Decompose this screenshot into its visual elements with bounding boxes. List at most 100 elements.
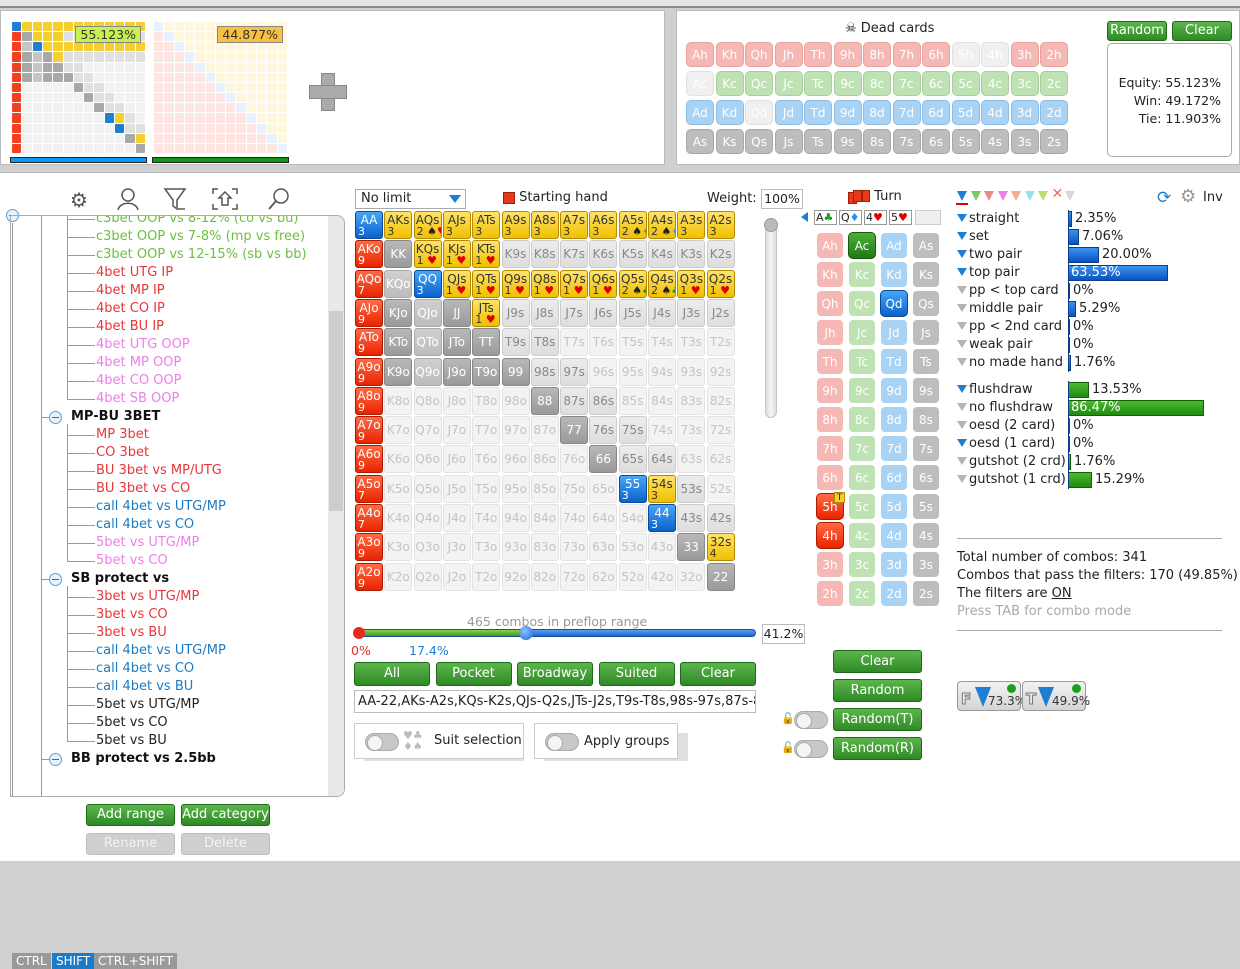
filter-color-6-icon[interactable] — [1024, 191, 1035, 201]
dead-card-9s[interactable]: 9s — [833, 129, 862, 154]
dead-card-7c[interactable]: 7c — [892, 71, 921, 96]
filter-funnel-icon[interactable] — [957, 213, 967, 222]
hand-cell-98o[interactable]: 98o — [501, 386, 530, 415]
tree-range-item[interactable]: 4bet BU IP — [96, 318, 164, 336]
refresh-icon[interactable]: ⟳ — [1157, 188, 1171, 208]
turn-card-7h[interactable]: 7h — [816, 435, 844, 462]
hand-cell-Q5s[interactable]: Q5s2 ♠♣ — [618, 269, 647, 298]
dead-card-8s[interactable]: 8s — [863, 129, 891, 154]
modifier-key-ctrl[interactable]: CTRL — [12, 953, 51, 969]
filter-funnel-icon[interactable] — [957, 231, 967, 240]
dead-card-2d[interactable]: 2d — [1040, 100, 1068, 125]
turn-card-9c[interactable]: 9c — [848, 377, 876, 404]
hand-cell-QTo[interactable]: QTo — [413, 328, 442, 357]
dead-card-3d[interactable]: 3d — [1010, 100, 1039, 125]
suit-selection-toggle[interactable] — [365, 733, 399, 751]
filter-funnel-icon[interactable] — [957, 339, 967, 348]
hand-cell-J5o[interactable]: J5o — [442, 474, 471, 503]
turn-card-3s[interactable]: 3s — [912, 551, 940, 578]
weight-slider-track[interactable] — [765, 222, 777, 418]
tree-range-item[interactable]: 4bet SB OOP — [96, 390, 179, 408]
filter-funnel-icon[interactable] — [957, 321, 967, 330]
turn-card-As[interactable]: As — [912, 232, 940, 259]
hand-cell-JTo[interactable]: JTo — [442, 328, 471, 357]
hand-cell-J2s[interactable]: J2s — [706, 298, 735, 327]
hand-cell-K8o[interactable]: K8o — [384, 386, 413, 415]
turn-card-Qs[interactable]: Qs — [912, 290, 940, 317]
turn-card-3c[interactable]: 3c — [848, 551, 876, 578]
turn-card-8d[interactable]: 8d — [880, 406, 908, 433]
hand-cell-Q3s[interactable]: Q3s 1 ♥ — [677, 269, 706, 298]
collapse-icon[interactable] — [49, 411, 62, 424]
hand-cell-KQo[interactable]: KQo — [384, 269, 413, 298]
dead-card-Jd[interactable]: Jd — [774, 100, 803, 125]
dead-card-Ts[interactable]: Ts — [804, 129, 832, 154]
hand-cell-A8s[interactable]: A8s 3 — [530, 211, 559, 239]
tree-range-item[interactable]: CO 3bet — [96, 444, 149, 462]
hand-cell-A3o[interactable]: A3o 9 — [355, 533, 383, 562]
hand-cell-K3o[interactable]: K3o — [384, 533, 413, 562]
filter-row-middle-pair[interactable]: middle pair — [957, 300, 1043, 318]
hand-cell-T4o[interactable]: T4o — [472, 504, 501, 532]
hand-cell-72s[interactable]: 72s — [706, 416, 735, 445]
tree-range-item[interactable]: 4bet CO IP — [96, 300, 165, 318]
hand-cell-J7o[interactable]: J7o — [442, 416, 471, 445]
turn-card-Jc[interactable]: Jc — [848, 319, 876, 346]
hand-cell-KQs[interactable]: KQs 1 ♥ — [413, 240, 442, 269]
dead-card-Ah[interactable]: Ah — [686, 42, 714, 67]
hand-cell-J5s[interactable]: J5s — [618, 298, 647, 327]
hand-cell-54s[interactable]: 54s 3 — [648, 474, 676, 503]
filter-funnel-icon[interactable] — [957, 303, 967, 312]
hand-cell-76o[interactable]: 76o — [560, 445, 589, 474]
tree-scrollbar[interactable] — [328, 216, 344, 796]
tree-range-item[interactable]: c3bet OOP vs 12-15% (sb vs bb) — [96, 246, 307, 264]
dead-card-Ks[interactable]: Ks — [715, 129, 744, 154]
hand-cell-Q9o[interactable]: Q9o — [413, 357, 442, 386]
turn-card-7c[interactable]: 7c — [848, 435, 876, 462]
modifier-key-ctrl-shift[interactable]: CTRL+SHIFT — [94, 953, 177, 969]
board-random-button[interactable]: Random — [833, 679, 922, 702]
hand-cell-AKs[interactable]: AKs 3 — [384, 211, 413, 239]
board-card[interactable]: A♣ — [814, 210, 837, 225]
hand-cell-KTo[interactable]: KTo — [384, 328, 413, 357]
hand-cell-J4o[interactable]: J4o — [442, 504, 471, 532]
hand-cell-K9s[interactable]: K9s — [501, 240, 530, 269]
dead-card-8h[interactable]: 8h — [863, 42, 891, 67]
dead-card-Td[interactable]: Td — [804, 100, 832, 125]
hand-cell-ATo[interactable]: ATo 9 — [355, 328, 383, 357]
tree-range-item[interactable]: BU 3bet vs MP/UTG — [96, 462, 222, 480]
hand-cell-74s[interactable]: 74s — [648, 416, 676, 445]
quick-clear-button[interactable]: Clear — [680, 662, 756, 686]
hand-cell-53o[interactable]: 53o — [618, 533, 647, 562]
turn-card-Qc[interactable]: Qc — [848, 290, 876, 317]
filters-on-toggle[interactable]: ON — [1052, 586, 1072, 601]
turn-card-Ks[interactable]: Ks — [912, 261, 940, 288]
turn-card-Kd[interactable]: Kd — [880, 261, 908, 288]
dead-card-2s[interactable]: 2s — [1040, 129, 1068, 154]
filter-funnel-icon[interactable] — [957, 438, 967, 447]
tree-range-item[interactable]: call 4bet vs CO — [96, 660, 194, 678]
hand-cell-J4s[interactable]: J4s — [648, 298, 676, 327]
turn-card-4c[interactable]: 4c — [848, 522, 876, 549]
add-range-button[interactable]: Add range — [86, 804, 175, 826]
hand-cell-95s[interactable]: 95s — [618, 357, 647, 386]
hand-cell-A8o[interactable]: A8o 9 — [355, 386, 383, 415]
user-icon[interactable] — [115, 187, 141, 213]
export-icon[interactable] — [211, 187, 238, 213]
hand-cell-J8s[interactable]: J8s — [530, 298, 559, 327]
hand-cell-QJo[interactable]: QJo — [413, 298, 442, 327]
hand-cell-42o[interactable]: 42o — [648, 562, 676, 591]
hand-cell-99[interactable]: 99 — [501, 357, 530, 386]
tree-category[interactable]: BB protect vs 2.5bb — [71, 750, 216, 768]
hand-cell-77[interactable]: 77 — [560, 416, 589, 445]
hand-cell-A6o[interactable]: A6o 9 — [355, 445, 383, 474]
dead-card-Qh[interactable]: Qh — [745, 42, 773, 67]
hand-cell-93s[interactable]: 93s — [677, 357, 706, 386]
dead-card-Th[interactable]: Th — [804, 42, 832, 67]
turn-card-5s[interactable]: 5s — [912, 493, 940, 520]
filter-funnel-icon[interactable] — [957, 357, 967, 366]
invert-button[interactable]: Inv — [1203, 190, 1223, 205]
turn-card-Jh[interactable]: Jh — [816, 319, 844, 346]
hand-cell-KJo[interactable]: KJo — [384, 298, 413, 327]
hand-cell-AQs[interactable]: AQs2 ♠♥ — [413, 211, 442, 239]
